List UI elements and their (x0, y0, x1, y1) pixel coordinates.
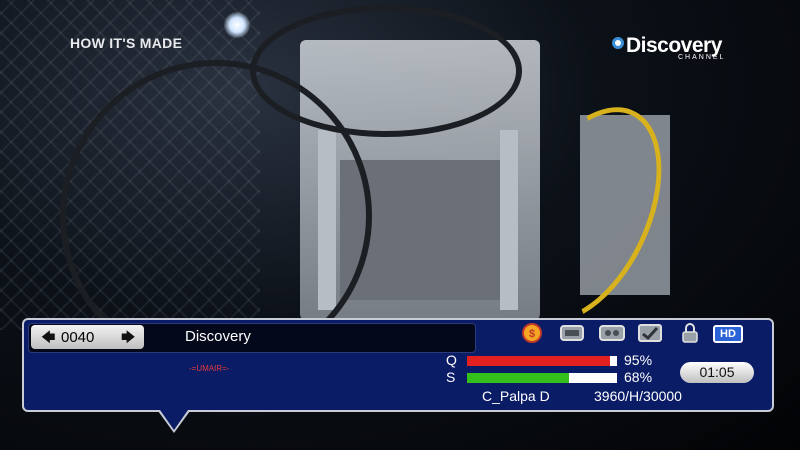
teletext-icon (635, 322, 665, 344)
channel-name: Discovery (185, 328, 251, 345)
hd-icon: HD (713, 325, 743, 343)
satellite-name: C_Palpa D (482, 388, 550, 404)
strength-bar-fill (467, 373, 569, 383)
logo-sub: CHANNEL (678, 54, 726, 61)
lamp (224, 12, 250, 38)
quality-bar (467, 356, 617, 366)
infobar-pointer (160, 410, 188, 430)
show-title: HOW IT'S MADE (70, 35, 183, 51)
transponder-info: 3960/H/30000 (594, 388, 682, 404)
quality-label: Q (446, 352, 457, 368)
hose (250, 5, 522, 137)
uploader-tag: -=UMAIR=- (189, 364, 230, 373)
arrow-left-icon[interactable]: 🡄 (41, 330, 55, 344)
clock: 01:05 (680, 362, 754, 383)
channel-number-box[interactable]: 🡄 0040 🡆 (31, 325, 144, 349)
quality-percent: 95% (624, 352, 653, 368)
arrow-right-icon[interactable]: 🡆 (121, 330, 135, 344)
strength-bar (467, 373, 617, 383)
epg-icon (557, 322, 587, 344)
globe-icon (612, 37, 624, 49)
strength-label: S (446, 369, 456, 385)
svg-text:$: $ (529, 328, 535, 340)
coin-icon: $ (517, 322, 547, 344)
strength-percent: 68% (624, 369, 653, 385)
channel-number: 0040 (61, 329, 95, 346)
subtitle-icon (597, 322, 627, 344)
lock-icon (675, 322, 705, 344)
quality-bar-fill (467, 356, 610, 366)
